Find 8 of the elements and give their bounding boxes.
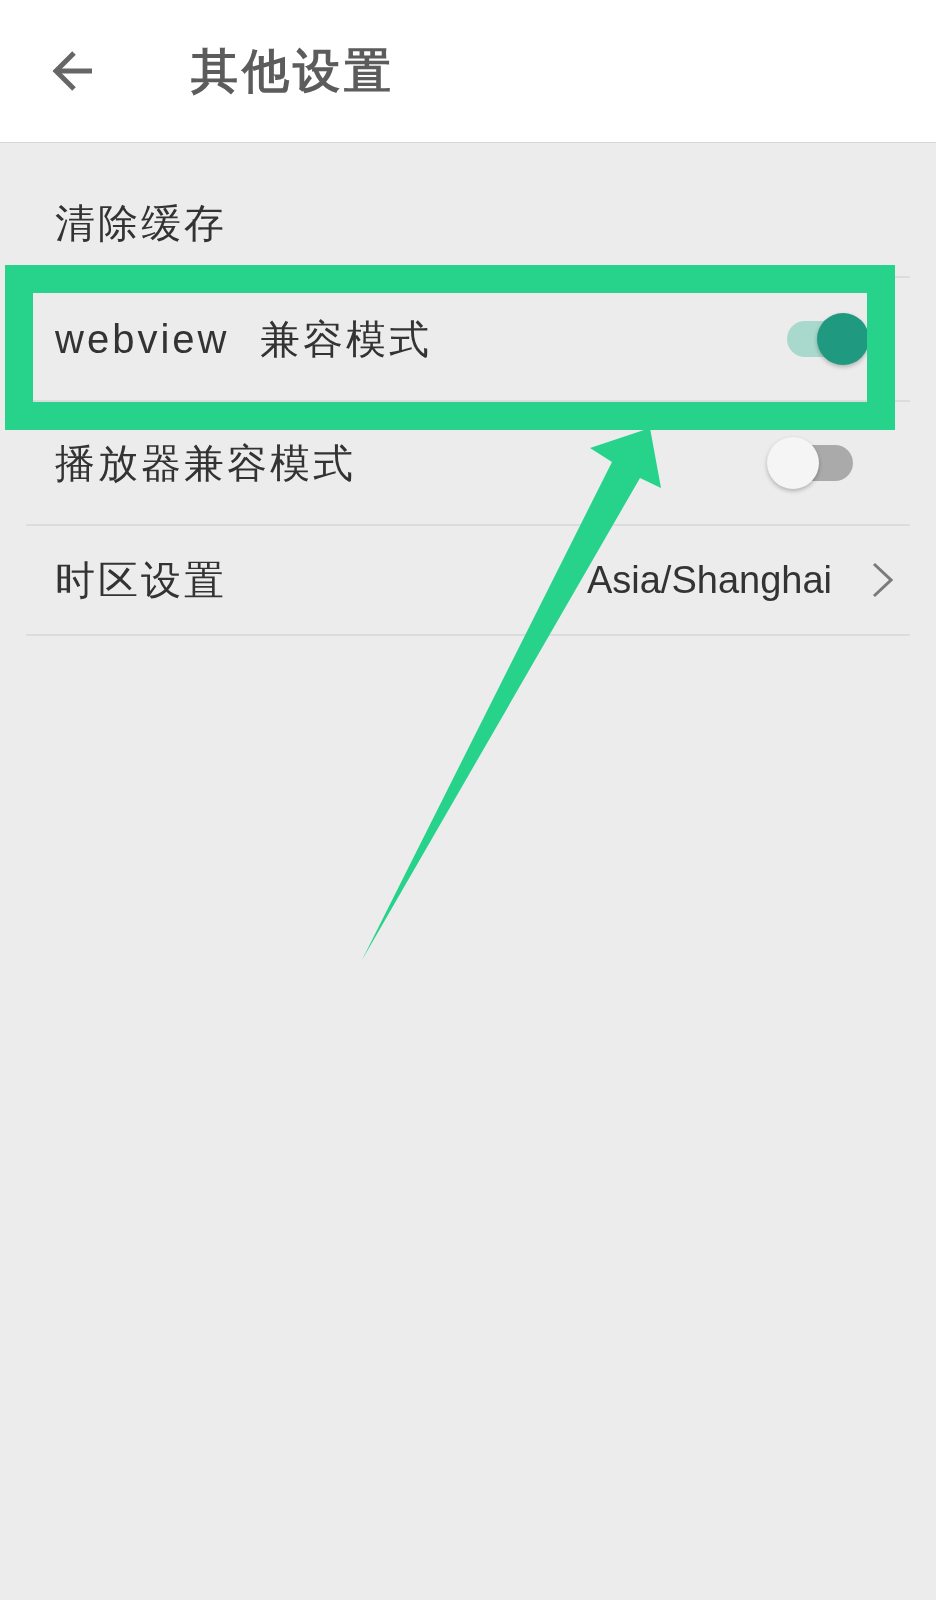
setting-label: webview 兼容模式 — [55, 315, 432, 363]
page-title: 其他设置 — [191, 43, 395, 99]
setting-label: 时区设置 — [55, 556, 227, 604]
chevron-right-icon — [872, 562, 893, 598]
back-button[interactable] — [52, 50, 94, 92]
timezone-value: Asia/Shanghai — [586, 558, 832, 602]
setting-label: 清除缓存 — [55, 200, 227, 247]
setting-label: 播放器兼容模式 — [55, 439, 356, 487]
